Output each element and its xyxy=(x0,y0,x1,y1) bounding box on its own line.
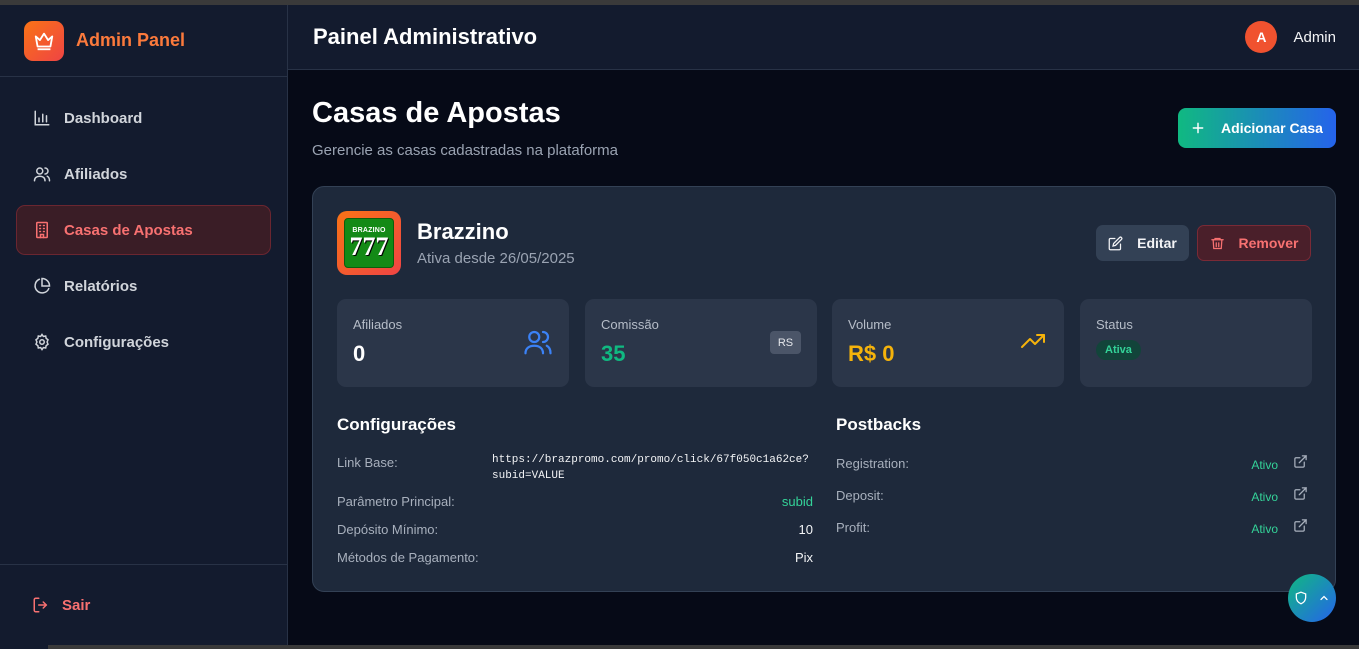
add-house-label: Adicionar Casa xyxy=(1221,120,1323,136)
postback-status: Ativo xyxy=(1251,458,1278,472)
sidebar: Admin Panel Dashboard Afiliados Casas de… xyxy=(0,5,288,649)
house-active-since: Ativa desde 26/05/2025 xyxy=(417,250,575,267)
external-link-icon[interactable] xyxy=(1293,486,1308,501)
crown-icon xyxy=(24,20,64,61)
status-badge: Ativa xyxy=(1096,340,1141,360)
postback-label: Registration: xyxy=(836,456,909,471)
page-subtitle: Gerencie as casas cadastradas na platafo… xyxy=(312,142,618,159)
config-label: Parâmetro Principal: xyxy=(337,494,455,509)
house-card: BRAZINO 777 Brazzino Ativa desde 26/05/2… xyxy=(312,186,1336,592)
stat-affiliates: Afiliados 0 xyxy=(337,299,569,387)
postback-status: Ativo xyxy=(1251,522,1278,536)
config-link-base: Link Base: https://brazpromo.com/promo/c… xyxy=(337,454,813,489)
external-link-icon[interactable] xyxy=(1293,454,1308,469)
sidebar-item-label: Casas de Apostas xyxy=(64,221,193,239)
stat-label: Status xyxy=(1096,317,1133,332)
link-base-value: https://brazpromo.com/promo/click/67f050… xyxy=(492,454,809,482)
config-label: Depósito Mínimo: xyxy=(337,522,439,537)
top-header: Painel Administrativo A Admin xyxy=(288,5,1359,70)
sidebar-item-dashboard[interactable]: Dashboard xyxy=(16,93,271,143)
sidebar-nav: Dashboard Afiliados Casas de Apostas Rel… xyxy=(0,77,287,377)
config-payment-methods: Métodos de Pagamento: Pix xyxy=(337,550,813,565)
edit-button[interactable]: Editar xyxy=(1096,225,1189,261)
sidebar-item-configuracoes[interactable]: Configurações xyxy=(16,317,271,367)
edit-label: Editar xyxy=(1137,235,1177,251)
sidebar-item-relatorios[interactable]: Relatórios xyxy=(16,261,271,311)
config-title: Configurações xyxy=(337,415,457,434)
postback-registration: Registration: Ativo xyxy=(836,454,1310,472)
chevron-up-icon xyxy=(1318,592,1330,604)
brand-title: Admin Panel xyxy=(76,30,186,50)
gear-icon xyxy=(33,333,51,351)
postback-profit: Profit: Ativo xyxy=(836,518,1310,536)
sidebar-item-label: Dashboard xyxy=(64,109,143,127)
user-name: Admin xyxy=(1293,28,1336,46)
config-value: Pix xyxy=(794,550,813,565)
external-link-icon[interactable] xyxy=(1293,518,1308,533)
users-icon xyxy=(33,165,51,183)
sidebar-item-label: Relatórios xyxy=(64,277,138,295)
brazino-logo-image: BRAZINO 777 xyxy=(344,218,394,268)
house-name: Brazzino xyxy=(417,219,509,244)
trending-up-icon xyxy=(1018,329,1048,358)
add-house-button[interactable]: Adicionar Casa xyxy=(1178,108,1336,148)
stat-status: Status Ativa xyxy=(1080,299,1312,387)
building-icon xyxy=(33,221,51,239)
postback-label: Profit: xyxy=(836,520,870,535)
horizontal-scrollbar[interactable] xyxy=(48,645,1359,649)
config-label: Link Base: xyxy=(337,455,398,470)
house-logo: BRAZINO 777 xyxy=(337,211,401,275)
currency-badge: RS xyxy=(770,331,801,354)
config-value: 10 xyxy=(798,522,813,537)
postback-status: Ativo xyxy=(1251,490,1278,504)
shield-icon xyxy=(1294,591,1308,605)
avatar: A xyxy=(1245,21,1278,53)
logout-button[interactable]: Sair xyxy=(32,596,255,614)
remove-label: Remover xyxy=(1238,235,1299,251)
remove-button[interactable]: Remover xyxy=(1197,225,1311,261)
config-min-deposit: Depósito Mínimo: 10 xyxy=(337,522,813,537)
user-menu[interactable]: A Admin xyxy=(1245,21,1336,53)
trash-icon xyxy=(1210,236,1225,251)
edit-icon xyxy=(1108,236,1123,251)
config-main-param: Parâmetro Principal: subid xyxy=(337,494,813,509)
sidebar-item-label: Configurações xyxy=(64,333,170,351)
brand: Admin Panel xyxy=(0,5,287,77)
floating-action-button[interactable] xyxy=(1288,574,1336,622)
users-icon xyxy=(523,327,553,362)
stat-label: Comissão xyxy=(601,317,659,332)
sidebar-item-afiliados[interactable]: Afiliados xyxy=(16,149,271,199)
postback-label: Deposit: xyxy=(836,488,884,503)
header-title: Painel Administrativo xyxy=(313,24,538,49)
sidebar-item-label: Afiliados xyxy=(64,165,128,183)
postbacks-title: Postbacks xyxy=(836,415,922,434)
stat-commission: Comissão 35 RS xyxy=(585,299,817,387)
postback-deposit: Deposit: Ativo xyxy=(836,486,1310,504)
bar-chart-icon xyxy=(33,109,51,127)
logout-icon xyxy=(32,596,50,614)
pie-chart-icon xyxy=(33,277,51,295)
sidebar-footer: Sair xyxy=(0,564,287,649)
sidebar-item-casas-de-apostas[interactable]: Casas de Apostas xyxy=(16,205,271,255)
logout-label: Sair xyxy=(62,596,91,614)
config-label: Métodos de Pagamento: xyxy=(337,550,479,565)
plus-icon xyxy=(1191,121,1205,135)
config-value: subid xyxy=(781,494,813,509)
page-title: Casas de Apostas xyxy=(312,97,561,129)
stat-volume: Volume R$ 0 xyxy=(832,299,1064,387)
